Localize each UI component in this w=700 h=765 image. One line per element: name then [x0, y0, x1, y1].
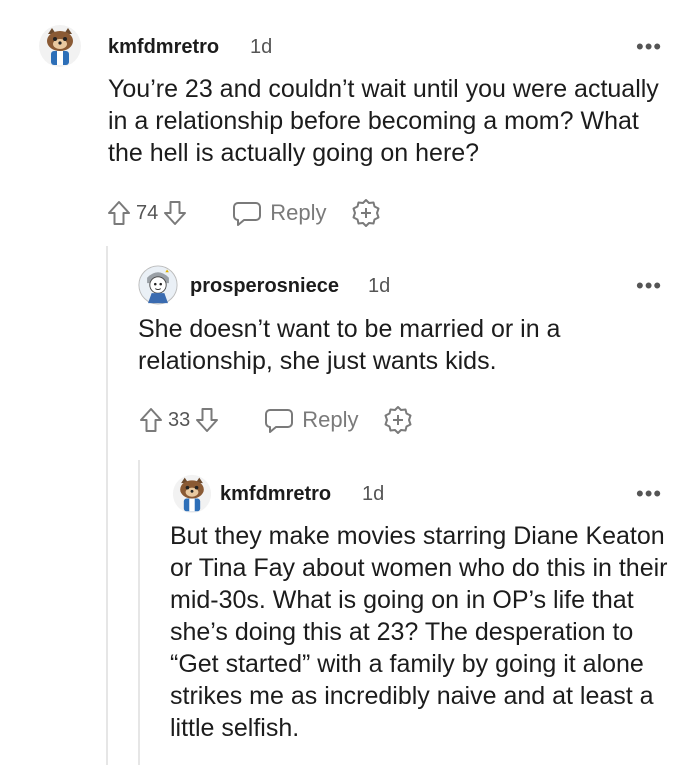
- avatar[interactable]: [172, 474, 212, 514]
- vote-count: 74: [136, 201, 159, 224]
- avatar[interactable]: [38, 24, 82, 68]
- thread-line[interactable]: [106, 246, 108, 765]
- comment-body: You’re 23 and couldn’t wait until you we…: [108, 75, 659, 167]
- reply-button[interactable]: Reply: [264, 406, 359, 434]
- speech-bubble-icon: [265, 409, 294, 433]
- reply-button[interactable]: Reply: [232, 199, 327, 227]
- reply-label: Reply: [302, 407, 359, 432]
- reply-label: Reply: [270, 200, 327, 225]
- award-icon[interactable]: [383, 405, 413, 435]
- downvote-icon[interactable]: [162, 199, 188, 227]
- comment-username[interactable]: prosperosniece: [190, 275, 339, 298]
- vote-count: 33: [168, 408, 191, 431]
- comment-timestamp: 1d: [362, 483, 385, 505]
- comment-username[interactable]: kmfdmretro: [220, 483, 331, 506]
- award-icon[interactable]: [351, 198, 381, 228]
- more-options-button[interactable]: •••: [636, 483, 662, 505]
- comment-username[interactable]: kmfdmretro: [108, 36, 219, 59]
- comment-timestamp: 1d: [250, 36, 273, 58]
- comment-body: But they make movies starring Diane Keat…: [170, 522, 668, 742]
- speech-bubble-icon: [233, 202, 262, 226]
- upvote-icon[interactable]: [106, 199, 132, 227]
- comment-timestamp: 1d: [368, 275, 391, 297]
- avatar[interactable]: [138, 265, 178, 305]
- comment-body: She doesn’t want to be married or in a r…: [138, 315, 561, 375]
- more-options-button[interactable]: •••: [636, 275, 662, 297]
- upvote-icon[interactable]: [138, 406, 164, 434]
- downvote-icon[interactable]: [194, 406, 220, 434]
- thread-line[interactable]: [138, 460, 140, 765]
- comment-actions: 74 Reply: [106, 196, 381, 230]
- comment-actions: 33 Reply: [138, 403, 413, 437]
- more-options-button[interactable]: •••: [636, 36, 662, 58]
